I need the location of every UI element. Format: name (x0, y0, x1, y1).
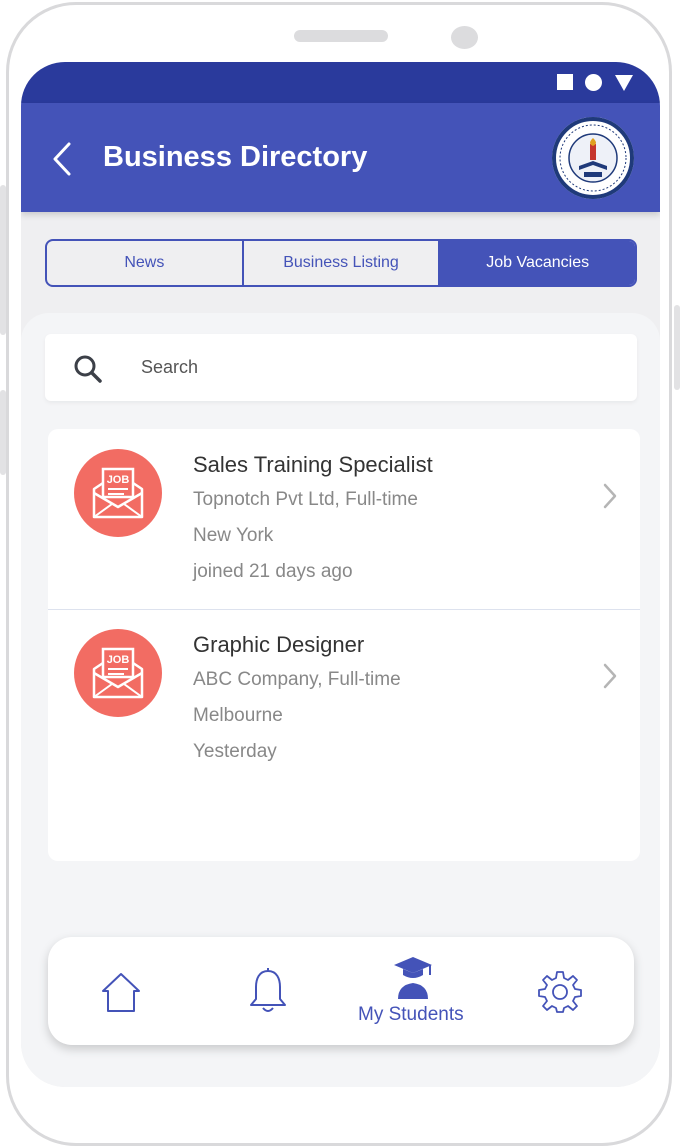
search-input[interactable]: Search (45, 334, 637, 401)
job-company: ABC Company, Full-time (193, 669, 401, 690)
list-item[interactable]: JOB Graphic Designer ABC Company, Full-t… (48, 609, 640, 789)
nav-my-students[interactable]: My Students (348, 945, 488, 1039)
search-icon (74, 355, 102, 383)
app-bar: Business Directory (21, 103, 660, 212)
home-icon (102, 973, 140, 1012)
job-title: Sales Training Specialist (193, 452, 433, 477)
job-posted: joined 21 days ago (193, 561, 353, 582)
status-bar (21, 62, 660, 103)
phone-side-button (0, 390, 6, 475)
back-button[interactable] (49, 139, 77, 179)
job-company: Topnotch Pvt Ltd, Full-time (193, 489, 418, 510)
job-location: New York (193, 525, 274, 546)
circle-icon (585, 74, 602, 91)
school-seal-logo (552, 117, 634, 199)
job-envelope-icon: JOB (74, 449, 162, 537)
nav-settings[interactable] (538, 969, 582, 1013)
tab-job-vacancies[interactable]: Job Vacancies (438, 241, 635, 285)
tab-business-listing[interactable]: Business Listing (241, 241, 439, 285)
triangle-icon (615, 75, 633, 91)
segmented-tabs: News Business Listing Job Vacancies (45, 239, 637, 287)
bell-icon (250, 968, 286, 1012)
graduate-icon (394, 957, 432, 999)
chevron-right-icon (603, 483, 617, 509)
search-placeholder: Search (141, 357, 199, 377)
job-location: Melbourne (193, 705, 283, 726)
gear-icon (538, 971, 582, 1013)
job-title: Graphic Designer (193, 632, 365, 657)
job-envelope-icon: JOB (74, 629, 162, 717)
nav-my-students-label: My Students (358, 1004, 464, 1025)
phone-side-button (0, 185, 6, 335)
phone-speaker (294, 30, 388, 42)
tab-news[interactable]: News (47, 241, 242, 285)
chevron-right-icon (603, 663, 617, 689)
job-list: JOB Sales Training Specialist Topnotch P… (48, 429, 640, 861)
content-panel: Search JOB Sales Training Specialist Top… (21, 313, 660, 1087)
svg-text:JOB: JOB (107, 474, 130, 486)
job-posted: Yesterday (193, 741, 277, 762)
nav-home[interactable] (98, 969, 144, 1015)
app-screen: Business Directory News Business Listing… (21, 62, 660, 1087)
chevron-left-icon (53, 142, 71, 176)
list-item[interactable]: JOB Sales Training Specialist Topnotch P… (48, 429, 640, 610)
phone-camera (451, 26, 478, 49)
nav-notifications[interactable] (246, 967, 290, 1017)
phone-side-button (674, 305, 680, 390)
page-title: Business Directory (103, 141, 368, 173)
bottom-navigation: My Students (48, 937, 634, 1045)
svg-text:JOB: JOB (107, 654, 130, 666)
square-icon (557, 74, 573, 90)
